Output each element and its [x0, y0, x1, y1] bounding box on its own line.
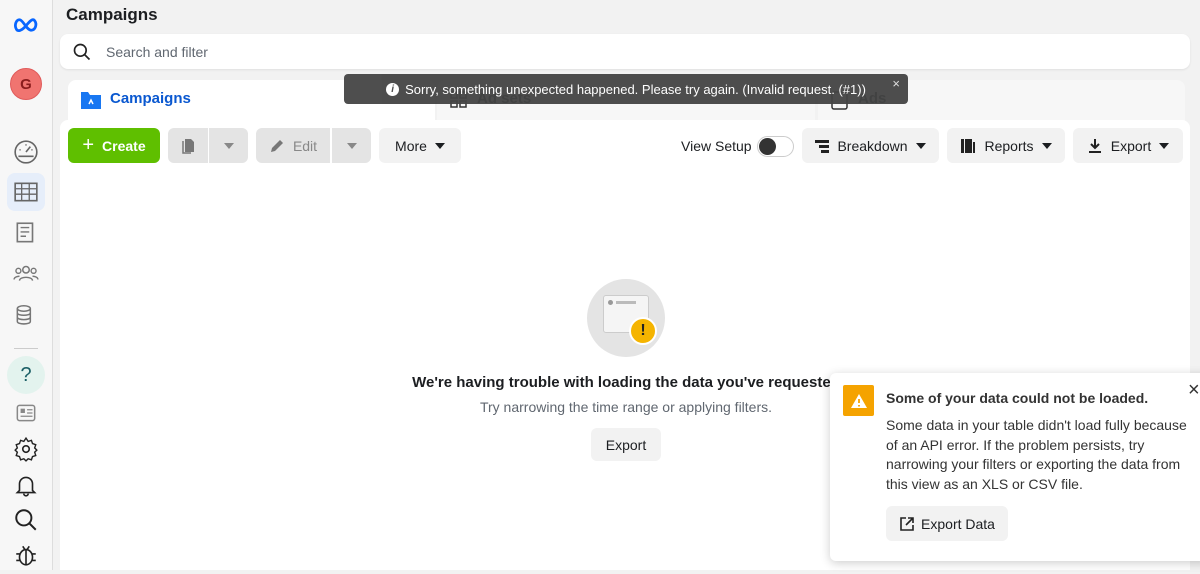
- popup-close-button[interactable]: ×: [1188, 379, 1200, 402]
- breakdown-icon: [815, 139, 830, 153]
- toast-close-button[interactable]: ×: [892, 76, 900, 91]
- export-label: Export: [1110, 137, 1152, 154]
- search-icon: [73, 43, 91, 60]
- data-warning-popup: Some of your data could not be loaded. S…: [830, 373, 1200, 561]
- download-icon: [1088, 138, 1101, 153]
- tab-label: Campaigns: [110, 90, 191, 107]
- error-toast: i Sorry, something unexpected happened. …: [344, 74, 908, 104]
- more-button[interactable]: More: [379, 128, 461, 163]
- caret-down-icon: [1041, 142, 1052, 149]
- search-icon[interactable]: [7, 501, 45, 539]
- warning-icon: !: [629, 317, 657, 345]
- divider: [14, 348, 38, 349]
- edit-dropdown[interactable]: [332, 128, 371, 163]
- create-label: Create: [102, 137, 146, 154]
- create-button[interactable]: + Create: [68, 128, 160, 163]
- pages-icon[interactable]: [7, 214, 45, 252]
- caret-down-icon: [434, 142, 445, 149]
- toast-message: Sorry, something unexpected happened. Pl…: [405, 81, 866, 97]
- breakdown-button[interactable]: Breakdown: [802, 128, 939, 163]
- edit-label: Edit: [292, 137, 318, 154]
- caret-down-icon: [223, 142, 234, 149]
- search-bar[interactable]: [60, 34, 1190, 69]
- caret-down-icon: [346, 142, 357, 149]
- folder-icon: [81, 92, 101, 109]
- billing-icon[interactable]: [7, 296, 45, 334]
- audiences-icon[interactable]: [7, 254, 45, 292]
- news-icon[interactable]: [7, 394, 45, 432]
- popup-body: Some data in your table didn't load full…: [886, 417, 1187, 493]
- page-title: Campaigns: [66, 5, 158, 24]
- export-toolbar-button[interactable]: Export: [1073, 128, 1183, 163]
- error-illustration: !: [587, 279, 665, 357]
- help-icon[interactable]: ?: [7, 356, 45, 394]
- view-setup-toggle[interactable]: [757, 136, 794, 157]
- avatar[interactable]: G: [7, 65, 45, 103]
- export-data-label: Export Data: [921, 515, 995, 532]
- view-setup-label: View Setup: [681, 138, 752, 154]
- caret-down-icon: [915, 142, 926, 149]
- reports-label: Reports: [984, 137, 1034, 154]
- campaigns-table-icon[interactable]: [7, 173, 45, 211]
- dashboard-icon[interactable]: [7, 133, 45, 171]
- pencil-icon: [270, 139, 283, 152]
- search-input[interactable]: [106, 43, 1006, 60]
- info-icon: i: [386, 82, 400, 96]
- warning-icon: [843, 385, 874, 416]
- breakdown-label: Breakdown: [837, 137, 908, 154]
- bug-icon[interactable]: [7, 536, 45, 574]
- notifications-icon[interactable]: [7, 466, 45, 504]
- duplicate-button[interactable]: [168, 128, 208, 163]
- popup-title: Some of your data could not be loaded.: [886, 390, 1149, 406]
- settings-icon[interactable]: [7, 430, 45, 468]
- export-button[interactable]: Export: [591, 428, 661, 461]
- duplicate-dropdown[interactable]: [209, 128, 248, 163]
- caret-down-icon: [1159, 142, 1170, 149]
- reports-button[interactable]: Reports: [947, 128, 1065, 163]
- external-link-icon: [900, 516, 914, 531]
- meta-logo-icon[interactable]: [7, 6, 45, 44]
- more-label: More: [395, 137, 427, 154]
- reports-icon: [961, 138, 976, 153]
- edit-button[interactable]: Edit: [256, 128, 330, 163]
- sidebar: G ?: [0, 0, 53, 570]
- export-data-button[interactable]: Export Data: [886, 506, 1008, 541]
- plus-icon: +: [82, 134, 95, 156]
- duplicate-icon: [182, 138, 194, 154]
